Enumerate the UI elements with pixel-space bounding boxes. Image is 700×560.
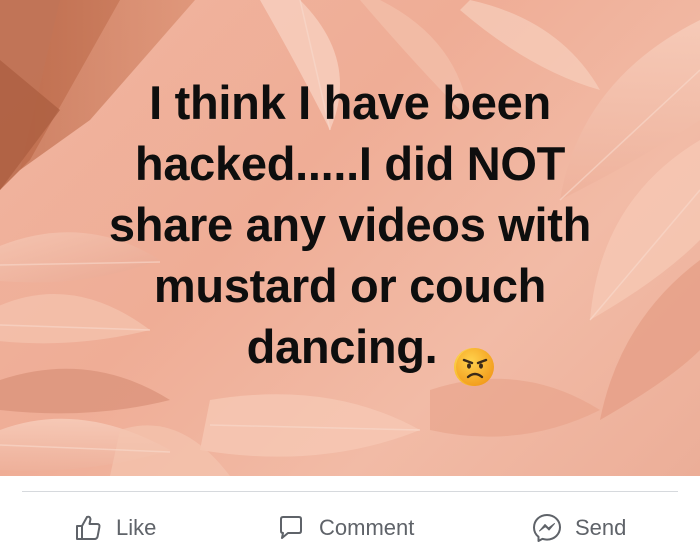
send-label: Send bbox=[575, 515, 627, 540]
post-message-line: share any videos with bbox=[108, 198, 592, 251]
thumbs-up-icon bbox=[72, 512, 104, 544]
send-button[interactable]: Send bbox=[531, 500, 626, 556]
post-message: I think I have been hacked.....I did NOT… bbox=[40, 72, 660, 386]
post-message-line: I think I have been bbox=[149, 76, 551, 129]
like-label: Like bbox=[116, 515, 157, 540]
post-message-line: dancing. bbox=[246, 320, 438, 373]
messenger-icon bbox=[531, 512, 563, 544]
like-button[interactable]: Like bbox=[72, 500, 156, 556]
post-message-last-line: dancing. bbox=[40, 316, 660, 386]
comment-label: Comment bbox=[319, 515, 415, 540]
speech-bubble-icon bbox=[275, 512, 307, 544]
post-background: I think I have been hacked.....I did NOT… bbox=[0, 0, 700, 476]
action-bar-divider bbox=[22, 491, 678, 492]
comment-button[interactable]: Comment bbox=[275, 500, 414, 556]
post-action-bar: Like Comment Send bbox=[0, 500, 700, 556]
post-message-line: hacked.....I did NOT bbox=[134, 137, 566, 190]
post-message-line: mustard or couch bbox=[153, 259, 547, 312]
angry-face-emoji bbox=[456, 347, 495, 386]
facebook-post: I think I have been hacked.....I did NOT… bbox=[0, 0, 700, 560]
